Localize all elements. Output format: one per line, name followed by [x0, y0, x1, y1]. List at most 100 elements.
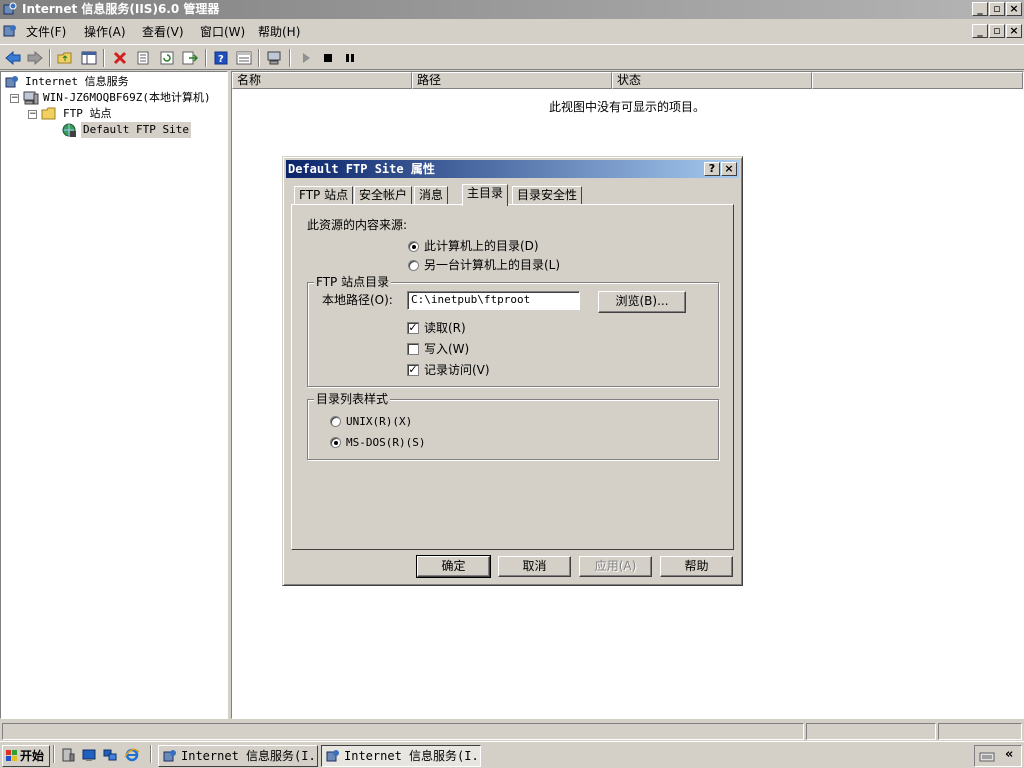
forward-icon[interactable]: [25, 48, 45, 68]
svg-text:?: ?: [218, 54, 224, 65]
dialog-titlebar: Default FTP Site 属性: [286, 160, 739, 178]
delete-icon[interactable]: [110, 48, 130, 68]
child-close-button[interactable]: ×: [1006, 24, 1022, 38]
toolbar-separator: [289, 49, 291, 67]
local-path-label: 本地路径(O):: [322, 293, 393, 307]
home-directory-panel: 此资源的内容来源: 此计算机上的目录(D) 另一台计算机上的目录(L) FTP …: [291, 204, 734, 550]
column-header-status[interactable]: 状态: [612, 72, 812, 89]
tray-collapse-icon[interactable]: «: [1005, 747, 1013, 762]
write-checkbox[interactable]: [407, 343, 419, 355]
status-cell-3: [938, 723, 1022, 740]
window-title: Internet 信息服务(IIS)6.0 管理器: [22, 2, 220, 16]
log-visits-checkbox-label[interactable]: 记录访问(V): [424, 363, 490, 377]
task-button-iis-2[interactable]: Internet 信息服务(I...: [321, 745, 481, 767]
iis-app-icon: [3, 2, 17, 15]
details-view-icon[interactable]: [234, 48, 254, 68]
write-checkbox-label[interactable]: 写入(W): [424, 342, 469, 356]
internet-explorer-icon[interactable]: [122, 745, 142, 765]
server-manager-icon[interactable]: [58, 745, 78, 765]
windows-logo-icon: [6, 750, 17, 761]
child-minimize-button[interactable]: _: [972, 24, 988, 38]
toolbar-separator: [258, 49, 260, 67]
tab-messages[interactable]: 消息: [414, 186, 449, 205]
column-header-path[interactable]: 路径: [412, 72, 612, 89]
tree-label-default-ftp-site: Default FTP Site: [81, 122, 191, 138]
read-checkbox[interactable]: ✓: [407, 322, 419, 334]
help-icon[interactable]: ?: [211, 48, 231, 68]
collapse-computer-icon[interactable]: −: [10, 94, 19, 103]
task-label-1: Internet 信息服务(I...: [181, 749, 318, 763]
menu-window[interactable]: 窗口(W): [196, 24, 249, 40]
computer-icon: [23, 91, 39, 105]
ftp-directory-legend: FTP 站点目录: [314, 275, 392, 289]
properties-icon[interactable]: [133, 48, 153, 68]
export-list-icon[interactable]: [180, 48, 200, 68]
check-mark-icon: ✓: [408, 321, 418, 334]
mmc-doc-icon[interactable]: [3, 24, 17, 38]
menu-file[interactable]: 文件(F): [22, 24, 70, 40]
status-cell-main: [2, 723, 804, 740]
iis-task-icon: [326, 750, 339, 762]
radio-unix-label[interactable]: UNIX(R)(X): [346, 415, 412, 429]
column-header-filler: [812, 72, 1023, 89]
radio-another-computer-label[interactable]: 另一台计算机上的目录(L): [424, 258, 560, 272]
content-source-label: 此资源的内容来源:: [307, 218, 408, 232]
start-icon[interactable]: [296, 48, 316, 68]
apply-button[interactable]: 应用(A): [579, 556, 652, 577]
radio-msdos[interactable]: [330, 437, 341, 448]
local-path-input[interactable]: C:\inetpub\ftproot: [407, 291, 580, 310]
stop-icon[interactable]: [318, 48, 338, 68]
network-icon[interactable]: [100, 745, 120, 765]
tab-directory-security[interactable]: 目录安全性: [512, 186, 583, 205]
dialog-close-button[interactable]: ×: [721, 162, 737, 176]
up-folder-icon[interactable]: [55, 48, 75, 68]
help-button[interactable]: 帮助: [660, 556, 733, 577]
tab-home-directory[interactable]: 主目录: [462, 184, 509, 206]
menu-help[interactable]: 帮助(H): [254, 24, 304, 40]
log-visits-checkbox[interactable]: ✓: [407, 364, 419, 376]
keyboard-icon[interactable]: [979, 749, 995, 763]
listing-style-legend: 目录列表样式: [314, 392, 391, 406]
pause-icon[interactable]: [340, 48, 360, 68]
dialog-title: Default FTP Site 属性: [288, 162, 435, 176]
tree-label-computer: WIN-JZ6MOQBF69Z(本地计算机): [43, 91, 211, 104]
toolbar-separator: [49, 49, 51, 67]
maximize-button[interactable]: ▫: [989, 2, 1005, 16]
menu-view[interactable]: 查看(V): [138, 24, 188, 40]
system-tray: «: [974, 745, 1022, 767]
start-button[interactable]: 开始: [2, 745, 50, 767]
radio-another-computer[interactable]: [408, 260, 419, 271]
start-label: 开始: [20, 749, 45, 763]
show-tree-icon[interactable]: [79, 48, 99, 68]
radio-unix[interactable]: [330, 416, 341, 427]
radio-msdos-label[interactable]: MS-DOS(R)(S): [346, 436, 425, 450]
refresh-icon[interactable]: [157, 48, 177, 68]
collapse-ftp-sites-icon[interactable]: −: [28, 110, 37, 119]
show-desktop-icon[interactable]: [79, 745, 99, 765]
minimize-button[interactable]: _: [972, 2, 988, 16]
back-icon[interactable]: [3, 48, 23, 68]
browse-button[interactable]: 浏览(B)...: [598, 291, 686, 313]
taskbar-separator: [53, 745, 55, 763]
empty-list-message: 此视图中没有可显示的项目。: [549, 100, 706, 114]
taskbar: 开始 Internet 信息服务(I... Internet 信息服务(I...…: [0, 741, 1024, 768]
ok-button[interactable]: 确定: [416, 555, 491, 578]
computer-icon[interactable]: [264, 48, 284, 68]
toolbar-separator: [103, 49, 105, 67]
close-button[interactable]: ×: [1006, 2, 1022, 16]
radio-this-computer[interactable]: [408, 241, 419, 252]
child-restore-button[interactable]: ▫: [989, 24, 1005, 38]
read-checkbox-label[interactable]: 读取(R): [424, 321, 466, 335]
dialog-help-button[interactable]: ?: [704, 162, 720, 176]
column-header-name[interactable]: 名称: [232, 72, 412, 89]
task-button-iis-1[interactable]: Internet 信息服务(I...: [158, 745, 318, 767]
ftp-site-icon: [62, 123, 76, 137]
radio-this-computer-label[interactable]: 此计算机上的目录(D): [424, 239, 539, 253]
tab-security-accounts[interactable]: 安全帐户: [354, 186, 413, 205]
status-cell-2: [806, 723, 936, 740]
tab-ftp-site[interactable]: FTP 站点: [294, 186, 354, 205]
menu-action[interactable]: 操作(A): [80, 24, 130, 40]
taskbar-separator: [150, 745, 152, 763]
cancel-button[interactable]: 取消: [498, 556, 571, 577]
menu-bar: 文件(F) 操作(A) 查看(V) 窗口(W) 帮助(H) _ ▫ ×: [0, 21, 1024, 43]
